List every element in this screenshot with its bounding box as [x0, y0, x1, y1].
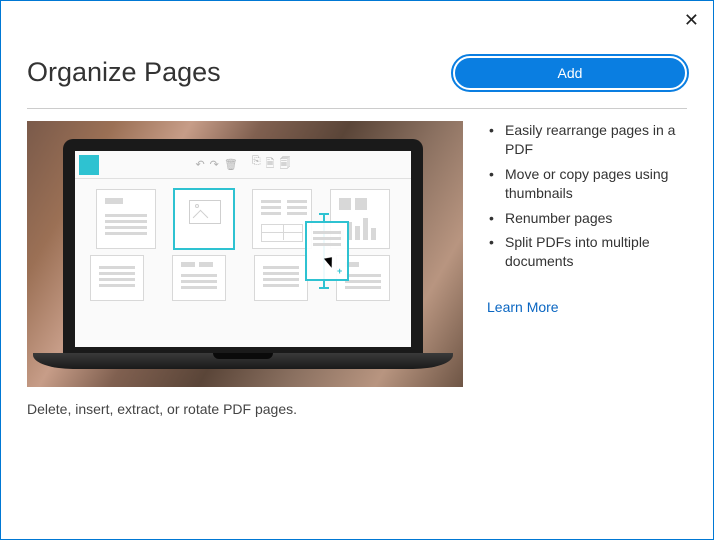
- rotate-left-icon: ↶: [195, 158, 204, 171]
- delete-icon: 🗑: [224, 158, 238, 171]
- page-thumb: [172, 255, 226, 301]
- page-thumb: [252, 189, 312, 249]
- close-button[interactable]: ✕: [684, 11, 699, 29]
- cursor-plus-icon: +: [337, 267, 345, 275]
- toolbar-icons: ↶ ↷ 🗑 ⎘ 🗎 🗐: [75, 151, 411, 179]
- feature-item: Split PDFs into multiple documents: [487, 233, 687, 271]
- page-thumb-selected: [173, 188, 235, 250]
- feature-item: Renumber pages: [487, 209, 687, 228]
- caption: Delete, insert, extract, or rotate PDF p…: [1, 387, 713, 417]
- add-button[interactable]: Add: [455, 58, 685, 88]
- page-title: Organize Pages: [27, 57, 221, 88]
- feature-list: Easily rearrange pages in a PDF Move or …: [487, 121, 687, 271]
- close-icon: ✕: [684, 10, 699, 30]
- insert-icon: 🗎: [266, 155, 275, 174]
- page-thumb: [96, 189, 156, 249]
- rotate-right-icon: ↷: [210, 158, 219, 171]
- feature-list-panel: Easily rearrange pages in a PDF Move or …: [487, 121, 687, 387]
- page-thumb: [90, 255, 144, 301]
- laptop-graphic: ↶ ↷ 🗑 ⎘ 🗎 🗐: [63, 139, 423, 387]
- replace-icon: 🗐: [280, 155, 291, 174]
- content: ↶ ↷ 🗑 ⎘ 🗎 🗐: [1, 109, 713, 387]
- learn-more-link[interactable]: Learn More: [487, 299, 559, 315]
- feature-item: Easily rearrange pages in a PDF: [487, 121, 687, 159]
- header: Organize Pages Add: [1, 1, 713, 108]
- page-thumb: [254, 255, 308, 301]
- illustration: ↶ ↷ 🗑 ⎘ 🗎 🗐: [27, 121, 463, 387]
- feature-item: Move or copy pages using thumbnails: [487, 165, 687, 203]
- thumbnail-grid: +: [75, 179, 411, 347]
- extract-icon: ⎘: [252, 155, 261, 174]
